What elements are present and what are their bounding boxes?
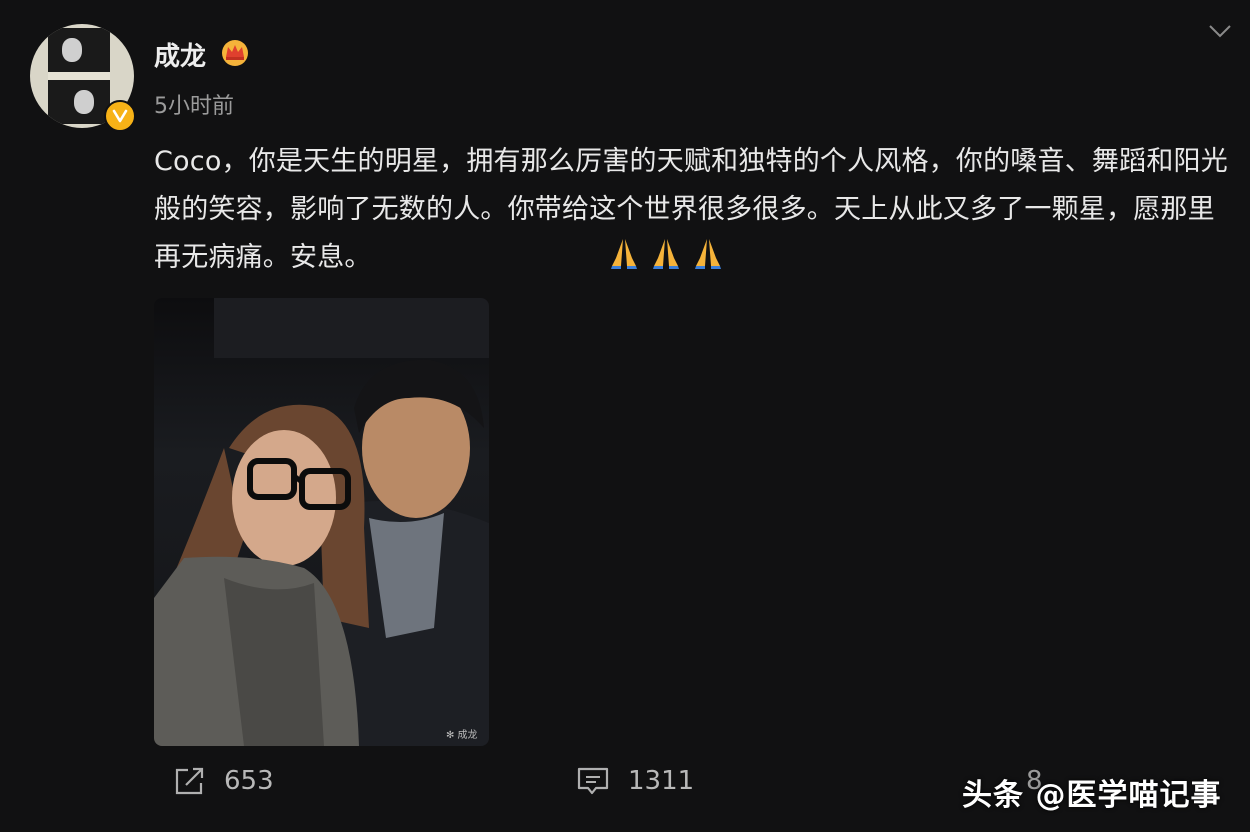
author-name[interactable]: 成龙 — [154, 36, 206, 73]
share-icon — [175, 767, 204, 795]
comment-count: 1311 — [628, 766, 695, 796]
post-photo[interactable]: ✻ 成龙 — [154, 298, 489, 746]
chevron-down-icon[interactable] — [1206, 20, 1234, 42]
share-button[interactable]: 653 — [174, 766, 274, 796]
pray-icon — [611, 239, 637, 269]
verified-badge-icon — [104, 100, 136, 132]
emoji-row — [608, 236, 724, 270]
pray-icon — [695, 239, 721, 269]
share-count: 653 — [224, 766, 274, 796]
watermark: 头条 @医学喵记事 — [962, 778, 1222, 813]
weibo-post: 成龙 5小时前 Coco，你是天生的明星，拥有那么厉害的天赋和独特的个人风格，你… — [0, 0, 1250, 832]
pray-icon — [653, 239, 679, 269]
svg-text:✻ 成龙: ✻ 成龙 — [446, 728, 478, 741]
post-time: 5小时前 — [154, 94, 234, 119]
comment-icon — [577, 767, 609, 795]
avatar-image — [48, 28, 110, 124]
comment-button[interactable]: 1311 — [576, 766, 694, 796]
crown-icon — [222, 40, 248, 66]
